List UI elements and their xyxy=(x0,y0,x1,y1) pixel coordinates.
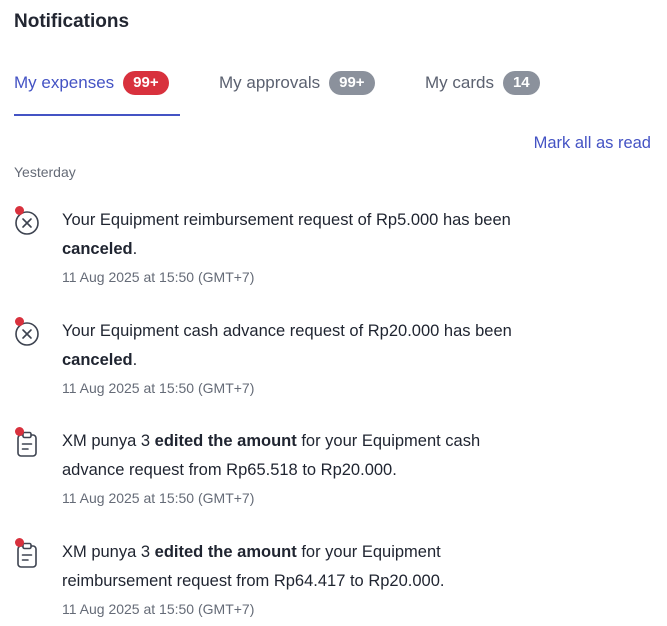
tab-label: My expenses xyxy=(14,73,115,92)
tab-my-expenses[interactable]: My expenses 99+ xyxy=(14,68,180,116)
tab-label: My approvals xyxy=(219,73,321,92)
notification-message: XM punya 3 edited the amount for your Eq… xyxy=(62,432,481,479)
notification-message: Your Equipment cash advance request of R… xyxy=(62,322,512,369)
count-badge: 14 xyxy=(502,71,540,95)
tab-label: My cards xyxy=(425,73,494,92)
clipboard-edit-icon xyxy=(14,427,42,457)
cancel-circle-icon xyxy=(14,206,42,236)
notifications-panel: Notifications My expenses 99+ My approva… xyxy=(0,0,667,626)
notification-timestamp: 11 Aug 2025 at 15:50 (GMT+7) xyxy=(62,380,255,396)
section-label-yesterday: Yesterday xyxy=(14,164,76,180)
unread-dot xyxy=(15,427,24,436)
count-badge: 99+ xyxy=(123,71,169,95)
mark-all-read-link[interactable]: Mark all as read xyxy=(534,134,651,153)
cancel-circle-icon xyxy=(14,317,42,347)
notification-timestamp: 11 Aug 2025 at 15:50 (GMT+7) xyxy=(62,269,255,285)
notification-message: XM punya 3 edited the amount for your Eq… xyxy=(62,543,445,590)
notification-item[interactable]: Your Equipment cash advance request of R… xyxy=(14,317,654,401)
tab-my-approvals[interactable]: My approvals 99+ xyxy=(219,68,375,116)
notification-timestamp: 11 Aug 2025 at 15:50 (GMT+7) xyxy=(62,601,255,617)
unread-dot xyxy=(15,206,24,215)
page-title: Notifications xyxy=(14,11,130,32)
active-tab-indicator xyxy=(14,114,180,116)
unread-dot xyxy=(15,317,24,326)
count-badge: 99+ xyxy=(329,71,375,95)
unread-dot xyxy=(15,538,24,547)
tab-bar: My expenses 99+ My approvals 99+ My card… xyxy=(14,68,654,116)
tab-my-cards[interactable]: My cards 14 xyxy=(425,68,540,116)
notification-item[interactable]: Your Equipment reimbursement request of … xyxy=(14,206,654,290)
notification-timestamp: 11 Aug 2025 at 15:50 (GMT+7) xyxy=(62,490,255,506)
notification-message: Your Equipment reimbursement request of … xyxy=(62,211,511,258)
notification-item[interactable]: XM punya 3 edited the amount for your Eq… xyxy=(14,427,654,511)
notification-item[interactable]: XM punya 3 edited the amount for your Eq… xyxy=(14,538,654,622)
clipboard-edit-icon xyxy=(14,538,42,568)
